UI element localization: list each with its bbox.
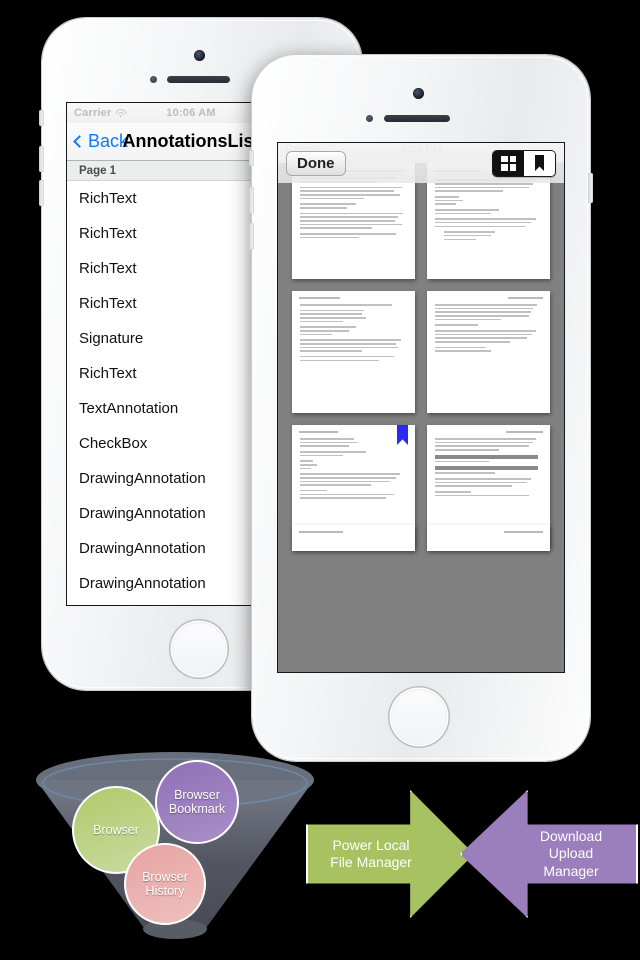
circle-browser-label: Browser [93,822,139,837]
list-item-label: DrawingAnnotation [79,505,206,522]
arrow-right-label: Power Local File Manager [330,837,412,872]
feature-diagram: Browser Browser Bookmark Browser History… [0,730,640,960]
volume-down-button[interactable] [39,180,44,206]
line-1: Download [539,827,603,844]
list-item-label: RichText [79,365,137,382]
list-item-label: RichText [79,225,137,242]
page-thumbnail[interactable] [427,291,550,413]
page-thumbnail[interactable] [292,525,415,551]
proximity-sensor-icon [150,76,157,83]
arrow-power-local-file-manager: Power Local File Manager [306,790,474,918]
view-mode-segmented-control[interactable] [492,149,556,177]
bookmark-icon[interactable] [524,150,555,176]
volume-up-button[interactable] [39,146,44,172]
arrow-callouts: Power Local File Manager Download Upload… [300,780,640,920]
front-camera-icon [413,88,424,99]
volume-down-button[interactable] [249,223,254,250]
earpiece-speaker-icon [384,115,450,122]
line-1: Browser [174,787,220,802]
done-button[interactable]: Done [286,150,346,176]
arrow-download-upload-manager: Download Upload Manager [460,790,638,918]
line-2: Bookmark [168,802,226,816]
list-item-label: Signature [79,330,144,347]
thumbnail-grid [278,143,564,551]
proximity-sensor-icon [366,115,373,122]
funnel-circles: Browser Browser Bookmark Browser History [30,738,320,948]
home-button[interactable] [172,622,226,676]
thumbnail-row-partial-bottom [278,525,564,551]
list-item-label: CheckBox [79,435,148,452]
line-2: File Manager [330,854,412,870]
list-item-label: DrawingAnnotation [79,575,206,592]
line-1: Browser [142,869,188,884]
thumbnail-browser[interactable] [278,143,564,672]
list-item-label: RichText [79,260,137,277]
screenshot-stage: Carrier 10:06 AM Back AnnotationsList Pa… [0,0,640,960]
page-thumbnail[interactable] [427,525,550,551]
list-item-label: RichText [79,190,137,207]
list-item-label: TextAnnotation [79,400,179,417]
page-thumbnail[interactable] [292,291,415,413]
circle-browser-history: Browser History [124,843,206,925]
right-phone-device: Carrier 9:22 PM Done [249,55,593,761]
earpiece-speaker-icon [167,76,230,83]
circle-browser-bookmark-label: Browser Bookmark [169,788,225,817]
line-1: Power Local [332,836,410,853]
silent-switch[interactable] [249,150,254,166]
line-3: Manager [543,862,599,879]
grid-view-icon[interactable] [493,150,524,176]
power-button[interactable] [588,173,593,203]
volume-up-button[interactable] [249,187,254,214]
right-phone-screen: Carrier 9:22 PM Done [278,143,564,672]
front-camera-icon [194,50,205,61]
list-item-label: DrawingAnnotation [79,470,206,487]
thumbnail-toolbar: Done [278,143,564,183]
line-2: Upload [548,845,594,862]
silent-switch[interactable] [39,110,44,126]
circle-browser-history-label: Browser History [142,870,188,899]
arrow-left-label: Download Upload Manager [540,828,602,881]
circle-browser-bookmark: Browser Bookmark [155,760,239,844]
list-item-label: DrawingAnnotation [79,540,206,557]
line-2: History [145,884,185,898]
list-item-label: RichText [79,295,137,312]
